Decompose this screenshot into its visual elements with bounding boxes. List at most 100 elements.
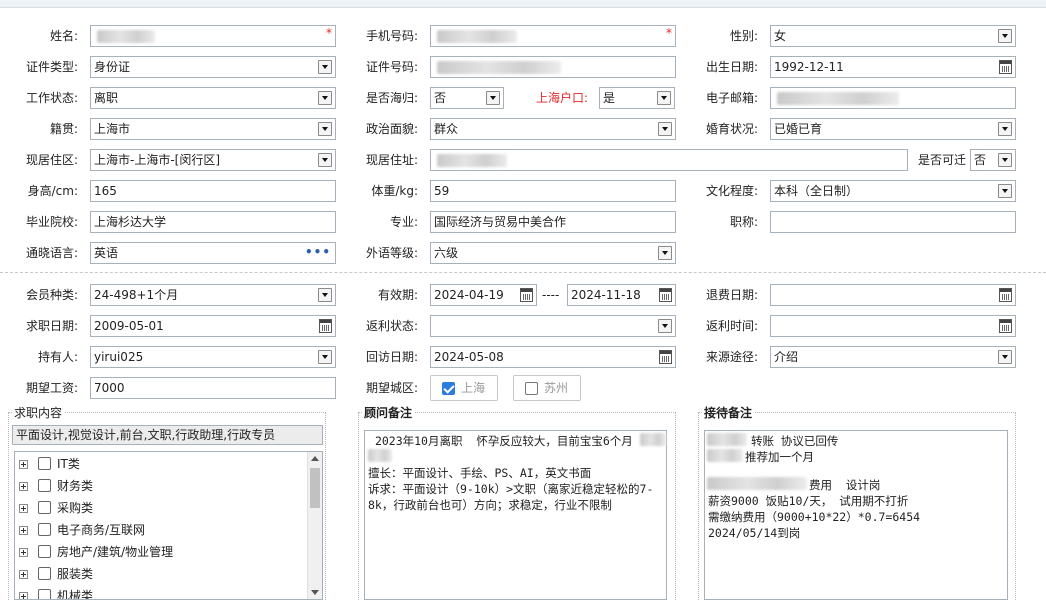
- expand-icon[interactable]: [19, 570, 28, 579]
- chevron-down-icon[interactable]: [658, 319, 672, 333]
- political-value: 群众: [434, 122, 459, 136]
- redacted-text: [437, 61, 561, 74]
- gender-select[interactable]: 女: [770, 25, 1016, 47]
- tree-scrollbar[interactable]: [307, 452, 322, 599]
- holder-select[interactable]: yirui025: [90, 346, 336, 368]
- chevron-down-icon[interactable]: [998, 122, 1012, 136]
- job-panel-title: 求职内容: [12, 405, 65, 421]
- city-option-shanghai[interactable]: 上海: [430, 375, 498, 401]
- calendar-icon[interactable]: [999, 60, 1012, 74]
- overseas-select[interactable]: 否: [430, 87, 504, 109]
- calendar-icon[interactable]: [520, 288, 533, 302]
- redacted-text: [437, 154, 507, 167]
- refund-date-input[interactable]: [770, 284, 1016, 306]
- work-status-select[interactable]: 离职: [90, 87, 336, 109]
- chevron-down-icon[interactable]: [318, 60, 332, 74]
- checkbox-icon[interactable]: [38, 501, 51, 514]
- valid-from-input[interactable]: 2024-04-19: [430, 284, 537, 306]
- expand-icon[interactable]: [19, 526, 28, 535]
- chevron-down-icon[interactable]: [318, 288, 332, 302]
- mobile-input[interactable]: *: [430, 25, 676, 47]
- school-label: 毕业院校:: [25, 215, 78, 229]
- language-level-select[interactable]: 六级: [430, 242, 676, 264]
- calendar-icon[interactable]: [999, 319, 1012, 333]
- email-input[interactable]: [770, 87, 1016, 109]
- chevron-down-icon[interactable]: [998, 29, 1012, 43]
- expand-icon[interactable]: [19, 592, 28, 599]
- salary-input[interactable]: 7000: [90, 377, 336, 399]
- major-input[interactable]: 国际经济与贸易中美合作: [430, 211, 676, 233]
- checkbox-icon[interactable]: [38, 523, 51, 536]
- name-input[interactable]: *: [90, 25, 336, 47]
- name-label: 姓名:: [49, 29, 78, 43]
- holder-value: yirui025: [94, 350, 144, 364]
- work-status-value: 离职: [94, 91, 119, 105]
- rebate-status-select[interactable]: [430, 315, 676, 337]
- expand-icon[interactable]: [19, 482, 28, 491]
- id-number-input[interactable]: [430, 56, 676, 78]
- checkbox-icon[interactable]: [38, 545, 51, 558]
- expand-icon[interactable]: [19, 460, 28, 469]
- checkbox-icon[interactable]: [38, 589, 51, 599]
- calendar-icon[interactable]: [999, 288, 1012, 302]
- member-type-select[interactable]: 24-498+1个月: [90, 284, 336, 306]
- id-type-label: 证件类型:: [25, 60, 78, 74]
- checkbox-icon[interactable]: [38, 479, 51, 492]
- height-input[interactable]: 165: [90, 180, 336, 202]
- native-select[interactable]: 上海市: [90, 118, 336, 140]
- calendar-icon[interactable]: [659, 350, 672, 364]
- residence-select[interactable]: 上海市-上海市-[闵行区]: [90, 149, 336, 171]
- scroll-thumb[interactable]: [310, 468, 320, 508]
- chevron-down-icon[interactable]: [658, 246, 672, 260]
- tree-item-label: 电子商务/互联网: [57, 523, 146, 537]
- chevron-down-icon[interactable]: [998, 153, 1012, 167]
- checkbox-checked-icon[interactable]: [442, 382, 455, 395]
- top-bar: [0, 0, 1046, 8]
- checkbox-icon[interactable]: [525, 382, 538, 395]
- chevron-down-icon[interactable]: [318, 153, 332, 167]
- school-input[interactable]: 上海杉达大学: [90, 211, 336, 233]
- marital-select[interactable]: 已婚已育: [770, 118, 1016, 140]
- advisor-notes-textarea[interactable]: 2023年10月离职 怀孕反应较大，目前宝宝6个月 擅长：平面设计、手绘、PS、…: [364, 430, 667, 600]
- chevron-down-icon[interactable]: [657, 91, 671, 105]
- job-date-input[interactable]: 2009-05-01: [90, 315, 336, 337]
- address-input[interactable]: [430, 149, 908, 171]
- checkbox-icon[interactable]: [38, 567, 51, 580]
- language-input[interactable]: 英语 •••: [90, 242, 336, 264]
- advisor-panel-title: 顾问备注: [362, 405, 415, 421]
- job-category-tree[interactable]: IT类 财务类 采购类 电子商务/互联网 房地产/建筑/物业管理 服装类 机械类: [14, 451, 323, 600]
- birth-date-input[interactable]: 1992-12-11: [770, 56, 1016, 78]
- political-select[interactable]: 群众: [430, 118, 676, 140]
- reception-line: 需缴纳费用（9000+10*22）*0.7=6454: [708, 510, 921, 524]
- calendar-icon[interactable]: [319, 319, 332, 333]
- shanghai-hukou-select[interactable]: 是: [599, 87, 675, 109]
- chevron-down-icon[interactable]: [658, 122, 672, 136]
- reception-notes-textarea[interactable]: 转账 协议已回传 推荐加一个月 费用 设计岗 薪资9000 饭贴10/天， 试用…: [704, 430, 1008, 600]
- more-icon[interactable]: •••: [305, 243, 331, 261]
- redacted-text: [707, 449, 743, 462]
- weight-input[interactable]: 59: [430, 180, 676, 202]
- checkbox-icon[interactable]: [38, 457, 51, 470]
- valid-to-input[interactable]: 2024-11-18: [567, 284, 676, 306]
- source-select[interactable]: 介绍: [770, 346, 1016, 368]
- id-type-select[interactable]: 身份证: [90, 56, 336, 78]
- relocate-select[interactable]: 否: [970, 149, 1016, 171]
- chevron-down-icon[interactable]: [998, 184, 1012, 198]
- chevron-down-icon[interactable]: [998, 350, 1012, 364]
- callback-date-input[interactable]: 2024-05-08: [430, 346, 676, 368]
- calendar-icon[interactable]: [659, 288, 672, 302]
- scroll-up-icon[interactable]: [311, 456, 319, 461]
- title-input[interactable]: [770, 211, 1016, 233]
- city-option-suzhou[interactable]: 苏州: [513, 375, 581, 401]
- chevron-down-icon[interactable]: [318, 350, 332, 364]
- expand-icon[interactable]: [19, 504, 28, 513]
- tree-item-label: IT类: [57, 457, 80, 471]
- scroll-down-icon[interactable]: [311, 590, 319, 595]
- chevron-down-icon[interactable]: [486, 91, 500, 105]
- chevron-down-icon[interactable]: [318, 91, 332, 105]
- refund-date-label: 退费日期:: [705, 288, 758, 302]
- expand-icon[interactable]: [19, 548, 28, 557]
- rebate-time-input[interactable]: [770, 315, 1016, 337]
- education-select[interactable]: 本科（全日制）: [770, 180, 1016, 202]
- chevron-down-icon[interactable]: [318, 122, 332, 136]
